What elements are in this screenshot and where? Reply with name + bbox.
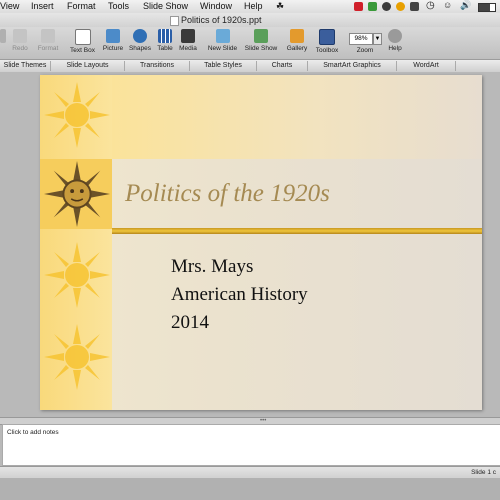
app-icon[interactable] xyxy=(396,2,405,11)
tab-table-styles[interactable]: Table Styles xyxy=(190,61,257,71)
notes-placeholder: Click to add notes xyxy=(7,429,59,436)
tab-slide-themes[interactable]: Slide Themes xyxy=(0,61,51,71)
notes-pane[interactable]: Click to add notes xyxy=(2,424,500,466)
slide-show-button[interactable]: Slide Show xyxy=(241,29,281,52)
slide[interactable]: Politics of the 1920s Mrs. Mays American… xyxy=(40,75,482,410)
toolbox-icon xyxy=(319,29,335,45)
new-slide-button[interactable]: New Slide xyxy=(205,29,240,52)
gallery-button[interactable]: Gallery xyxy=(284,29,310,52)
shapes-button[interactable]: Shapes xyxy=(127,29,153,52)
help-icon xyxy=(388,29,402,43)
sun-icon xyxy=(44,82,110,148)
sun-icon xyxy=(44,242,110,308)
window-title: Politics of 1920s.ppt xyxy=(181,15,262,25)
table-button[interactable]: Table xyxy=(154,29,176,52)
tab-slide-layouts[interactable]: Slide Layouts xyxy=(51,61,125,71)
standard-toolbar: Redo Format Text Box Picture Shapes Tabl… xyxy=(0,27,500,59)
slide-indicator: Slide 1 c xyxy=(471,469,496,476)
battery-icon[interactable] xyxy=(478,3,496,12)
menu-extras: ◷ ☺ 🔊 xyxy=(350,0,500,12)
shapes-icon xyxy=(133,29,147,43)
slide-title[interactable]: Politics of the 1920s xyxy=(125,180,330,208)
subtitle-line-course[interactable]: American History xyxy=(171,284,308,306)
text-box-icon xyxy=(74,29,91,45)
menu-help[interactable]: Help xyxy=(244,1,263,11)
menu-view[interactable]: View xyxy=(0,1,19,11)
menu-slide-show[interactable]: Slide Show xyxy=(143,1,188,11)
document-icon xyxy=(170,16,179,26)
text-box-button[interactable]: Text Box xyxy=(66,29,99,54)
undo-button[interactable] xyxy=(0,29,6,45)
zoom-field[interactable]: 98% xyxy=(349,33,373,45)
elements-gallery-tabs: Slide Themes Slide Layouts Transitions T… xyxy=(0,59,500,73)
window-title-bar: Politics of 1920s.ppt xyxy=(0,13,500,27)
media-icon xyxy=(181,29,195,43)
subtitle-line-teacher[interactable]: Mrs. Mays xyxy=(171,256,253,278)
format-button[interactable]: Format xyxy=(35,29,61,52)
tab-charts[interactable]: Charts xyxy=(257,61,308,71)
time-machine-icon[interactable]: ◷ xyxy=(426,0,435,11)
slide-show-icon xyxy=(254,29,268,43)
picture-button[interactable]: Picture xyxy=(100,29,126,52)
bluetooth-icon[interactable] xyxy=(410,2,419,11)
tab-transitions[interactable]: Transitions xyxy=(125,61,190,71)
title-rule xyxy=(112,228,482,234)
tab-smartart-graphics[interactable]: SmartArt Graphics xyxy=(308,61,397,71)
sync-icon[interactable] xyxy=(368,2,377,11)
sun-icon xyxy=(44,324,110,390)
menu-insert[interactable]: Insert xyxy=(31,1,54,11)
record-icon[interactable] xyxy=(354,2,363,11)
zoom-label: Zoom xyxy=(356,47,374,54)
sun-medallion-icon xyxy=(43,160,111,228)
menu-format[interactable]: Format xyxy=(67,1,96,11)
menu-window[interactable]: Window xyxy=(200,1,232,11)
desktop-background xyxy=(0,478,500,500)
clock-icon[interactable] xyxy=(382,2,391,11)
new-slide-icon xyxy=(215,29,230,43)
redo-button[interactable]: Redo xyxy=(9,29,31,52)
toolbox-button[interactable]: Toolbox xyxy=(312,29,342,54)
subtitle-line-year[interactable]: 2014 xyxy=(171,312,209,334)
volume-icon[interactable]: 🔊 xyxy=(460,0,471,11)
table-icon xyxy=(158,29,172,43)
menu-tools[interactable]: Tools xyxy=(108,1,129,11)
help-button[interactable]: Help xyxy=(385,29,405,52)
tab-wordart[interactable]: WordArt xyxy=(397,61,456,71)
zoom-dropdown[interactable]: ▼ xyxy=(373,33,382,45)
picture-icon xyxy=(106,29,120,43)
wifi-icon[interactable]: ☺ xyxy=(443,0,452,10)
gallery-icon xyxy=(290,29,304,43)
slide-top-band xyxy=(112,75,482,159)
media-button[interactable]: Media xyxy=(177,29,199,52)
script-menu-icon[interactable]: ☘ xyxy=(276,1,284,12)
menu-bar: View Insert Format Tools Slide Show Wind… xyxy=(0,0,500,14)
